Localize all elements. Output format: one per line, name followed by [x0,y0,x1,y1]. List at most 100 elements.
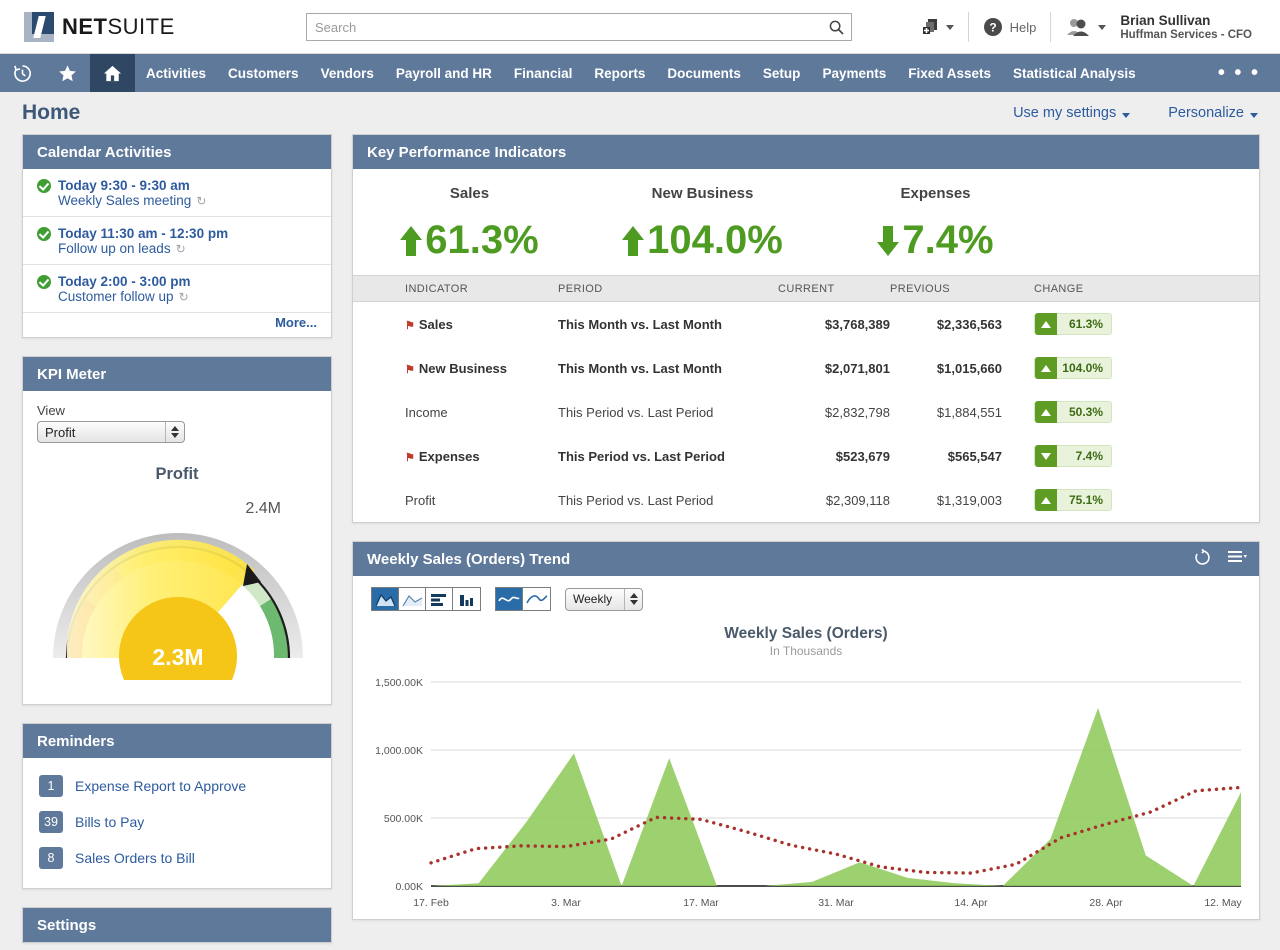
use-my-settings-button[interactable]: Use my settings [1013,105,1130,121]
netsuite-logo-text: NETSUITE [62,14,175,40]
kpi-row-current: $523,679 [778,434,890,478]
check-circle-icon [37,227,51,241]
x-axis-tick-label: 31. Mar [818,897,854,909]
calendar-more-link[interactable]: More... [23,313,331,337]
calendar-activities-portlet: Calendar Activities Today 9:30 - 9:30 am… [22,134,332,338]
kpi-meter-view-select[interactable]: Profit [37,421,185,443]
wave-line-icon[interactable] [496,588,523,610]
arrow-down-icon [1041,453,1051,460]
smooth-trend-icon[interactable] [523,588,550,610]
portlet-title: Weekly Sales (Orders) Trend [367,551,570,568]
kpi-row-indicator[interactable]: Sales [419,317,453,332]
kpi-meter-header: KPI Meter [23,357,331,391]
kpi-portlet: Key Performance Indicators Sales 61.3% N… [352,134,1260,523]
table-row[interactable]: ⚑Sales This Month vs. Last Month $3,768,… [353,302,1259,347]
user-avatar-icon [1065,17,1093,37]
reminder-label[interactable]: Bills to Pay [75,814,144,830]
global-search[interactable] [306,13,852,41]
kpi-meter-portlet: KPI Meter View Profit Profit [22,356,332,705]
reminder-label[interactable]: Expense Report to Approve [75,778,246,794]
list-item[interactable]: Today 2:00 - 3:00 pm Customer follow up … [23,265,331,313]
chart-period-value: Weekly [566,592,624,606]
recent-records-button[interactable] [0,54,45,92]
list-item[interactable]: 8 Sales Orders to Bill [23,840,331,876]
list-item[interactable]: Today 9:30 - 9:30 am Weekly Sales meetin… [23,169,331,217]
check-circle-icon [37,179,51,193]
nav-item-vendors[interactable]: Vendors [310,54,385,92]
kpi-row-indicator[interactable]: Expenses [419,449,480,464]
list-item[interactable]: Today 11:30 am - 12:30 pm Follow up on l… [23,217,331,265]
home-button[interactable] [90,54,135,92]
kpi-row-change: 50.3% [1057,405,1111,419]
kpi-gauge: 2.3M 2.4M [37,490,317,690]
activity-time[interactable]: Today 2:00 - 3:00 pm [58,274,191,289]
horizontal-bar-chart-icon[interactable] [426,588,453,610]
arrow-up-icon [400,226,422,256]
kpi-row-current: $3,768,389 [778,302,890,347]
view-selected-value: Profit [38,425,165,440]
quick-add-button[interactable] [909,12,968,42]
nav-item-reports[interactable]: Reports [583,54,656,92]
status-badge: 61.3% [1034,313,1112,335]
nav-item-documents[interactable]: Documents [656,54,752,92]
hamburger-menu-icon[interactable] [1227,550,1247,568]
activity-subject[interactable]: Customer follow up [58,289,174,304]
kpi-row-change: 7.4% [1057,449,1111,463]
activity-subject[interactable]: Follow up on leads [58,241,171,256]
kpi-row-indicator[interactable]: New Business [419,361,507,376]
search-input[interactable] [307,14,821,40]
table-row[interactable]: ⚑Expenses This Period vs. Last Period $5… [353,434,1259,478]
dashboard-left-column: Calendar Activities Today 9:30 - 9:30 am… [22,134,332,943]
flag-icon: ⚑ [405,364,415,376]
table-header-row: INDICATOR PERIOD CURRENT PREVIOUS CHANGE [353,276,1259,302]
reminders-portlet: Reminders 1 Expense Report to Approve 39… [22,723,332,889]
nav-item-financial[interactable]: Financial [503,54,584,92]
nav-item-payments[interactable]: Payments [811,54,897,92]
personalize-button[interactable]: Personalize [1168,105,1258,121]
refresh-icon[interactable] [1194,549,1211,570]
favorites-button[interactable] [45,54,90,92]
activity-subject-row[interactable]: Weekly Sales meeting ↻ [58,193,317,208]
user-menu[interactable]: Brian Sullivan Huffman Services - CFO [1051,12,1266,42]
vertical-bar-chart-icon[interactable] [453,588,480,610]
nav-item-statistical-analysis[interactable]: Statistical Analysis [1002,54,1147,92]
kpi-row-previous: $1,015,660 [890,346,1002,390]
activity-time[interactable]: Today 11:30 am - 12:30 pm [58,226,228,241]
dashboard-right-column: Key Performance Indicators Sales 61.3% N… [352,134,1260,943]
nav-item-fixed-assets[interactable]: Fixed Assets [897,54,1002,92]
activity-subject-row[interactable]: Follow up on leads ↻ [58,241,317,256]
activity-subject-row[interactable]: Customer follow up ↻ [58,289,317,304]
table-row[interactable]: ⚑New Business This Month vs. Last Month … [353,346,1259,390]
kpi-highlight-name: Sales [353,185,586,202]
kpi-row-period: This Month vs. Last Month [558,302,778,347]
nav-item-customers[interactable]: Customers [217,54,310,92]
activity-time[interactable]: Today 9:30 - 9:30 am [58,178,190,193]
search-icon[interactable] [821,20,851,35]
kpi-header: Key Performance Indicators [353,135,1259,169]
gauge-value-label: 2.3M [152,644,203,670]
table-row[interactable]: Income This Period vs. Last Period $2,83… [353,390,1259,434]
nav-item-payroll-and-hr[interactable]: Payroll and HR [385,54,503,92]
kpi-row-current: $2,832,798 [778,390,890,434]
list-item[interactable]: 1 Expense Report to Approve [23,768,331,804]
portlet-title: KPI Meter [37,366,106,383]
y-axis-tick-label: 500.00K [384,813,423,825]
table-row[interactable]: Profit This Period vs. Last Period $2,30… [353,478,1259,522]
nav-overflow-button[interactable]: • • • [1218,54,1260,92]
activity-subject[interactable]: Weekly Sales meeting [58,193,191,208]
kpi-row-previous: $565,547 [890,434,1002,478]
kpi-row-indicator[interactable]: Profit [405,493,435,508]
chevron-down-icon [1098,25,1106,30]
status-badge: 7.4% [1034,445,1112,467]
nav-item-setup[interactable]: Setup [752,54,812,92]
chart-period-select[interactable]: Weekly [565,588,643,611]
list-item[interactable]: 39 Bills to Pay [23,804,331,840]
help-button[interactable]: ? Help [969,12,1051,42]
reminder-label[interactable]: Sales Orders to Bill [75,850,195,866]
kpi-highlights: Sales 61.3% New Business 104.0% Expenses [353,169,1259,275]
nav-item-activities[interactable]: Activities [135,54,217,92]
area-chart-icon[interactable] [372,588,399,610]
line-chart-icon[interactable] [399,588,426,610]
user-role: Huffman Services - CFO [1120,28,1252,42]
kpi-row-indicator[interactable]: Income [405,405,448,420]
